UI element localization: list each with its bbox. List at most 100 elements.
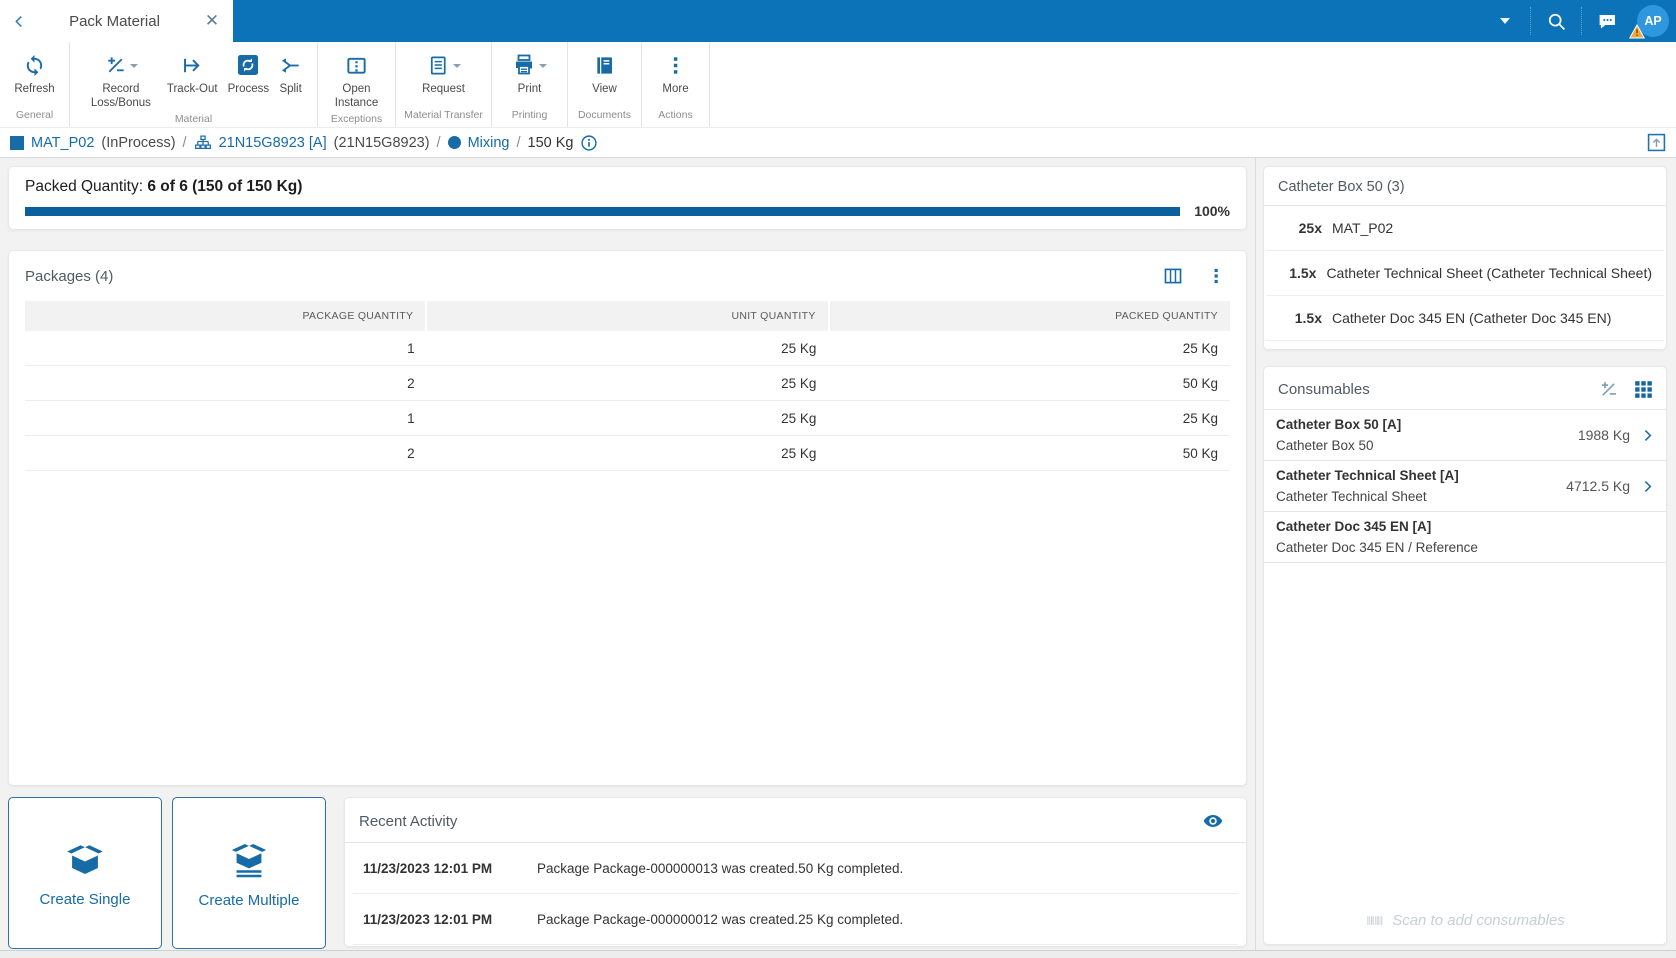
- chat-icon: [1597, 11, 1618, 32]
- column-header[interactable]: PACKAGE QUANTITY: [25, 301, 425, 331]
- table-row[interactable]: 1 25 Kg 25 Kg: [25, 401, 1230, 436]
- info-icon[interactable]: [580, 134, 598, 152]
- consumables-card: Consumables Catheter Box 50 [A] Catheter…: [1263, 366, 1667, 945]
- recent-activity-card: Recent Activity 11/23/2023 12:01 PM Pack…: [344, 797, 1247, 947]
- breadcrumb-material-link[interactable]: MAT_P02: [31, 135, 94, 151]
- table-cell: 25 Kg: [427, 401, 829, 435]
- consumable-subtitle: Catheter Technical Sheet: [1276, 486, 1566, 507]
- grid-icon[interactable]: [1633, 379, 1654, 400]
- panel-divider: [1255, 158, 1256, 950]
- packages-card: Packages (4) PACKAGE QUANTITY UNIT QUANT…: [8, 250, 1247, 786]
- table-row[interactable]: 1 25 Kg 25 Kg: [25, 331, 1230, 366]
- columns-icon[interactable]: [1162, 265, 1184, 287]
- bom-item-qty: 1.5x: [1278, 310, 1322, 326]
- print-button[interactable]: Print: [507, 47, 552, 97]
- toolbar-group-label: Printing: [492, 107, 567, 127]
- expand-panel-button[interactable]: [1647, 133, 1666, 152]
- toolbar-group-label: Actions: [642, 107, 709, 127]
- titlebar-separator: [1530, 7, 1531, 35]
- book-icon: [593, 54, 616, 77]
- track-out-button[interactable]: Track-Out: [162, 47, 223, 97]
- view-button[interactable]: View: [587, 47, 622, 97]
- titlebar-separator: [1581, 7, 1582, 35]
- table-cell: 50 Kg: [828, 436, 1230, 470]
- open-instance-button[interactable]: Open Instance: [318, 47, 395, 111]
- create-single-label: Create Single: [40, 891, 131, 908]
- split-button[interactable]: Split: [274, 47, 307, 97]
- ribbon-toolbar: Refresh General Record Loss/Bonus Track-…: [0, 42, 1676, 127]
- create-multiple-label: Create Multiple: [199, 892, 300, 909]
- consumable-item[interactable]: Catheter Doc 345 EN [A] Catheter Doc 345…: [1264, 512, 1666, 563]
- toolbar-item-label: Refresh: [14, 83, 54, 97]
- back-chevron-icon: [11, 13, 28, 30]
- activity-row[interactable]: 11/23/2023 12:01 PM Package Package-0000…: [353, 843, 1238, 894]
- process-button[interactable]: Process: [223, 47, 275, 97]
- split-icon: [279, 54, 302, 77]
- chevron-right-icon: [1639, 478, 1656, 495]
- consumable-item[interactable]: Catheter Technical Sheet [A] Catheter Te…: [1264, 461, 1666, 512]
- eye-icon[interactable]: [1202, 810, 1224, 832]
- activity-row[interactable]: 11/23/2023 12:01 PM Package Package-0000…: [353, 894, 1238, 945]
- toolbar-item-label: Record Loss/Bonus: [85, 83, 157, 111]
- bom-item-name: Catheter Doc 345 EN (Catheter Doc 345 EN…: [1332, 310, 1611, 326]
- breadcrumb-step-link[interactable]: Mixing: [468, 135, 510, 151]
- toolbar-item-label: Split: [279, 83, 301, 97]
- toolbar-item-label: Request: [422, 83, 465, 97]
- chevron-down-icon: [1500, 18, 1510, 24]
- create-single-button[interactable]: Create Single: [8, 797, 162, 949]
- toolbar-group-material-transfer: Request Material Transfer: [396, 42, 492, 127]
- breadcrumb-lot-link[interactable]: 21N15G8923 [A]: [219, 135, 327, 151]
- consumable-title: Catheter Technical Sheet [A]: [1276, 465, 1566, 486]
- warning-icon: [1629, 24, 1645, 39]
- request-button[interactable]: Request: [417, 47, 470, 97]
- consumable-quantity: 4712.5 Kg: [1566, 478, 1630, 494]
- consumable-subtitle: Catheter Doc 345 EN / Reference: [1276, 537, 1656, 558]
- process-icon: [236, 53, 260, 77]
- breadcrumb-separator: /: [516, 135, 520, 151]
- tab-close-button[interactable]: ✕: [191, 0, 233, 42]
- material-square-icon: [10, 136, 24, 150]
- column-header[interactable]: PACKED QUANTITY: [828, 301, 1230, 331]
- table-header-row: PACKAGE QUANTITY UNIT QUANTITY PACKED QU…: [25, 301, 1230, 331]
- packed-quantity-label: Packed Quantity:: [25, 178, 143, 195]
- chevron-down-icon: [130, 64, 138, 68]
- consumables-title: Consumables: [1278, 381, 1370, 398]
- activity-message: Package Package-000000012 was created.25…: [537, 912, 903, 927]
- table-cell: 25 Kg: [427, 436, 829, 470]
- packed-quantity-value: 6 of 6 (150 of 150 Kg): [147, 178, 302, 195]
- table-cell: 25 Kg: [828, 331, 1230, 365]
- tabs-dropdown-button[interactable]: [1482, 0, 1528, 42]
- refresh-button[interactable]: Refresh: [9, 47, 59, 97]
- table-row[interactable]: 2 25 Kg 50 Kg: [25, 436, 1230, 471]
- toolbar-group-label: General: [0, 107, 69, 127]
- toolbar-item-label: Open Instance: [323, 83, 390, 111]
- table-cell: 25 Kg: [427, 366, 829, 400]
- list-item[interactable]: 1.5x Catheter Technical Sheet (Catheter …: [1266, 251, 1664, 296]
- kebab-menu-icon[interactable]: [1206, 266, 1226, 286]
- table-cell: 25 Kg: [427, 331, 829, 365]
- column-header[interactable]: UNIT QUANTITY: [425, 301, 827, 331]
- table-cell: 2: [25, 366, 427, 400]
- record-loss-bonus-button[interactable]: Record Loss/Bonus: [80, 47, 162, 111]
- progress-percent: 100%: [1194, 203, 1230, 219]
- create-multiple-button[interactable]: Create Multiple: [172, 797, 326, 949]
- toolbar-group-exceptions: Open Instance Exceptions: [318, 42, 396, 127]
- messages-button[interactable]: [1584, 0, 1630, 42]
- list-item[interactable]: 25x MAT_P02: [1266, 206, 1664, 251]
- table-row[interactable]: 2 25 Kg 50 Kg: [25, 366, 1230, 401]
- search-button[interactable]: [1533, 0, 1579, 42]
- more-button[interactable]: More: [657, 47, 693, 97]
- toolbar-item-label: View: [592, 83, 617, 97]
- toolbar-group-material: Record Loss/Bonus Track-Out Process Spli…: [70, 42, 318, 127]
- step-dot-icon: [448, 136, 461, 149]
- bom-item-qty: 25x: [1278, 220, 1322, 236]
- record-loss-bonus-icon[interactable]: [1598, 379, 1619, 400]
- consumable-quantity: 1988 Kg: [1578, 427, 1630, 443]
- breadcrumb-separator: /: [183, 135, 187, 151]
- toolbar-item-label: Print: [518, 83, 542, 97]
- tab-pack-material: Pack Material ✕: [0, 0, 233, 42]
- consumable-title: Catheter Box 50 [A]: [1276, 414, 1578, 435]
- consumable-item[interactable]: Catheter Box 50 [A] Catheter Box 50 1988…: [1264, 410, 1666, 461]
- back-button[interactable]: [0, 0, 38, 42]
- list-item[interactable]: 1.5x Catheter Doc 345 EN (Catheter Doc 3…: [1266, 296, 1664, 341]
